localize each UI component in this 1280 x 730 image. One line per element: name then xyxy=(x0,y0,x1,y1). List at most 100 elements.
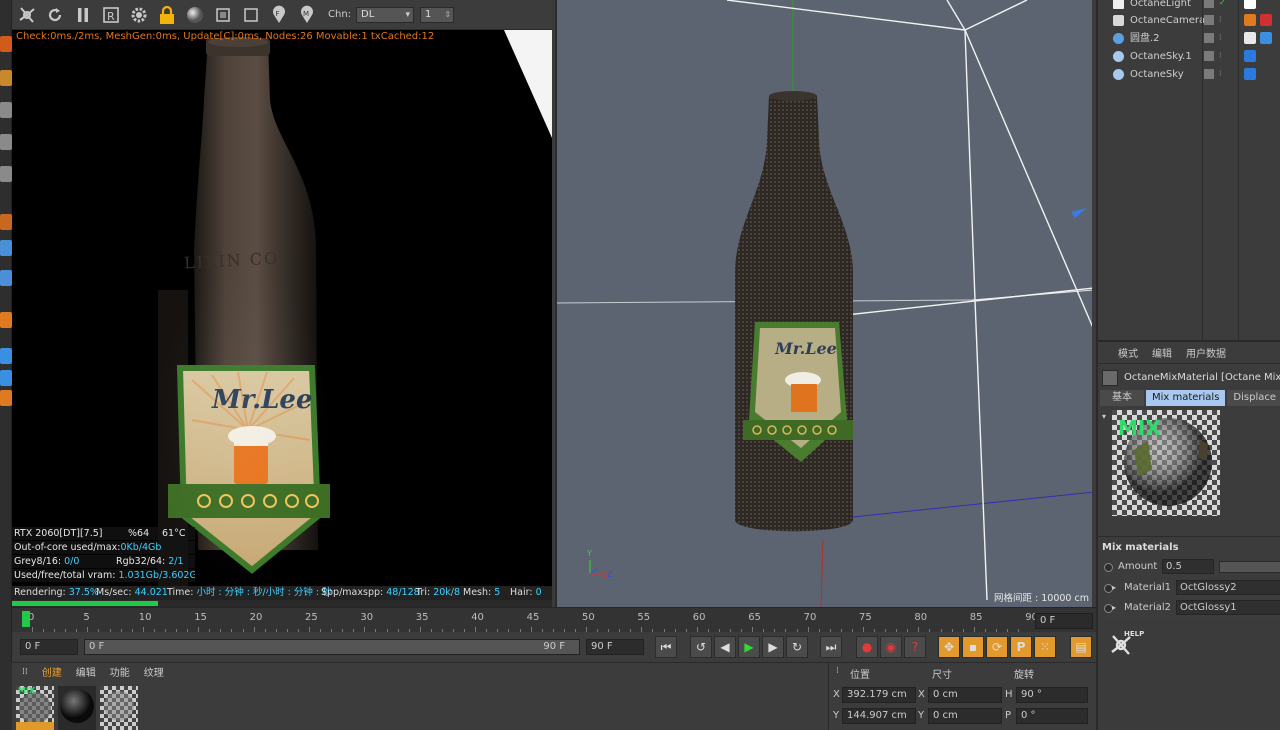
timeline-window-icon[interactable]: ▤ xyxy=(1070,636,1092,658)
tool-icon[interactable] xyxy=(0,348,12,364)
next-frame-icon[interactable]: ▶ xyxy=(762,636,784,658)
material-thumb-checker[interactable] xyxy=(100,686,138,730)
octane-logo-icon[interactable] xyxy=(14,3,40,27)
material-menu-create[interactable]: 创建 xyxy=(42,664,62,679)
subsampling-icon[interactable] xyxy=(238,3,264,27)
amount-keyframe-icon[interactable] xyxy=(1104,563,1113,572)
attr-menu-edit[interactable]: 编辑 xyxy=(1152,345,1172,360)
camera-tag-icon[interactable] xyxy=(1244,14,1256,26)
tool-icon[interactable] xyxy=(0,36,12,52)
object-row-octanelight[interactable]: OctaneLight ✓ xyxy=(1098,0,1280,12)
attr-menu-mode[interactable]: 模式 xyxy=(1118,345,1138,360)
environment-tag-icon[interactable] xyxy=(1244,68,1256,80)
move-icon[interactable]: ✥ xyxy=(938,636,960,658)
attr-menu-userdata[interactable]: 用户数据 xyxy=(1186,345,1226,360)
collapse-arrow-icon[interactable]: ▾ xyxy=(1102,412,1106,421)
material2-link[interactable]: OctGlossy1 xyxy=(1176,600,1280,615)
record-active-icon[interactable]: ● xyxy=(856,636,878,658)
tool-icon[interactable] xyxy=(0,166,12,182)
layer-flag-icon[interactable] xyxy=(1204,51,1214,61)
refresh-icon[interactable] xyxy=(42,3,68,27)
material-tag-icon[interactable] xyxy=(1244,32,1256,44)
start-frame-field[interactable]: 0 F xyxy=(20,639,78,655)
editor-viewport[interactable]: Mr.Lee Y X Z xyxy=(555,0,1092,607)
timeline-tick-label: 40 xyxy=(471,612,484,623)
tool-icon[interactable] xyxy=(0,390,12,406)
amount-field[interactable]: 0.5 xyxy=(1162,559,1214,574)
timeline-playhead[interactable] xyxy=(22,611,30,627)
visibility-dots-icon[interactable]: ⁝ xyxy=(1219,51,1229,61)
pause-icon[interactable] xyxy=(70,3,96,27)
camera-imager-tag-icon[interactable] xyxy=(1260,14,1272,26)
tool-icon[interactable] xyxy=(0,70,12,86)
channel-select[interactable]: DL xyxy=(356,6,415,23)
tab-basic[interactable]: 基本 xyxy=(1100,390,1144,406)
pos-x-field[interactable]: 392.179 cm xyxy=(842,687,916,703)
tab-mix-materials[interactable]: Mix materials xyxy=(1145,390,1226,406)
object-row-octanesky[interactable]: OctaneSky ⁝ xyxy=(1098,66,1280,83)
clay-mode-icon[interactable] xyxy=(210,3,236,27)
rotate-icon[interactable]: ⟳ xyxy=(986,636,1008,658)
go-to-end-icon[interactable]: ⏭ xyxy=(820,636,842,658)
previous-key-icon[interactable]: ↺ xyxy=(690,636,712,658)
tool-icon[interactable] xyxy=(0,134,12,150)
parameter-icon[interactable]: P xyxy=(1010,636,1032,658)
visibility-dots-icon[interactable]: ⁝ xyxy=(1219,15,1229,25)
size-y-field[interactable]: 0 cm xyxy=(928,708,1002,724)
layer-flag-icon[interactable] xyxy=(1204,15,1214,25)
check-icon[interactable]: ✓ xyxy=(1219,0,1229,8)
pos-y-field[interactable]: 144.907 cm xyxy=(842,708,916,724)
object-row-disc[interactable]: 圆盘.2 ⁝ xyxy=(1098,30,1280,47)
light-tag-icon[interactable] xyxy=(1244,0,1256,9)
current-frame-field[interactable]: 0 F xyxy=(1035,613,1093,629)
material-thumb-glossy[interactable] xyxy=(58,686,96,730)
lock-icon[interactable] xyxy=(154,3,180,27)
play-icon[interactable]: ▶ xyxy=(738,636,760,658)
autokey-icon[interactable]: ◉ xyxy=(880,636,902,658)
rot-h-field[interactable]: 90 ° xyxy=(1016,687,1088,703)
size-x-field[interactable]: 0 cm xyxy=(928,687,1002,703)
next-key-icon[interactable]: ↻ xyxy=(786,636,808,658)
tool-icon[interactable] xyxy=(0,370,12,386)
tool-icon[interactable] xyxy=(0,270,12,286)
rot-p-field[interactable]: 0 ° xyxy=(1016,708,1088,724)
material1-link[interactable]: OctGlossy2 xyxy=(1176,580,1280,595)
render-region-icon[interactable]: R xyxy=(98,3,124,27)
end-frame-field[interactable]: 90 F xyxy=(586,639,644,655)
material-menu-edit[interactable]: 编辑 xyxy=(76,664,96,679)
octane-render-view[interactable]: LIXIN CO Mr.Lee xyxy=(12,30,552,600)
object-row-octanecamera[interactable]: OctaneCamera ⁝ xyxy=(1098,12,1280,29)
tool-icon[interactable] xyxy=(0,214,12,230)
go-to-start-icon[interactable]: ⏮ xyxy=(655,636,677,658)
amount-slider[interactable] xyxy=(1219,561,1280,573)
tab-displacement[interactable]: Displace xyxy=(1227,390,1280,406)
material-menu-function[interactable]: 功能 xyxy=(110,664,130,679)
environment-tag-icon[interactable] xyxy=(1244,50,1256,62)
timeline-ruler[interactable]: 0 5 10 15 20 25 30 35 40 45 50 55 60 65 70 75 80 85 90 xyxy=(12,607,1096,632)
tool-icon[interactable] xyxy=(0,312,12,328)
object-tag-icon[interactable] xyxy=(1260,32,1272,44)
frame-range-slider[interactable]: 0 F 90 F xyxy=(84,639,580,655)
previous-frame-icon[interactable]: ◀ xyxy=(714,636,736,658)
object-row-octanesky1[interactable]: OctaneSky.1 ⁝ xyxy=(1098,48,1280,65)
size-y-label: Y xyxy=(918,710,925,721)
pick-focus-icon[interactable]: F xyxy=(266,3,292,27)
visibility-dots-icon[interactable]: ⁝ xyxy=(1219,33,1229,43)
point-level-icon[interactable]: ⁙ xyxy=(1034,636,1056,658)
visibility-dots-icon[interactable]: ⁝ xyxy=(1219,69,1229,79)
channel-number-field[interactable]: 1 xyxy=(420,6,455,23)
layer-flag-icon[interactable] xyxy=(1204,69,1214,79)
keyframe-selection-icon[interactable]: ? xyxy=(904,636,926,658)
expand-arrow-icon[interactable]: ▸ xyxy=(1112,599,1116,617)
pick-material-icon[interactable]: M xyxy=(294,3,320,27)
material-thumb-mix[interactable]: MIX xyxy=(16,686,54,730)
tool-icon[interactable] xyxy=(0,240,12,256)
layer-flag-icon[interactable] xyxy=(1204,33,1214,43)
scale-icon[interactable]: ▪ xyxy=(962,636,984,658)
settings-gear-icon[interactable] xyxy=(126,3,152,27)
tool-icon[interactable] xyxy=(0,102,12,118)
material-ball-icon[interactable] xyxy=(182,3,208,27)
expand-arrow-icon[interactable]: ▸ xyxy=(1112,579,1116,597)
material-menu-texture[interactable]: 纹理 xyxy=(144,664,164,679)
layer-flag-icon[interactable] xyxy=(1204,0,1214,8)
